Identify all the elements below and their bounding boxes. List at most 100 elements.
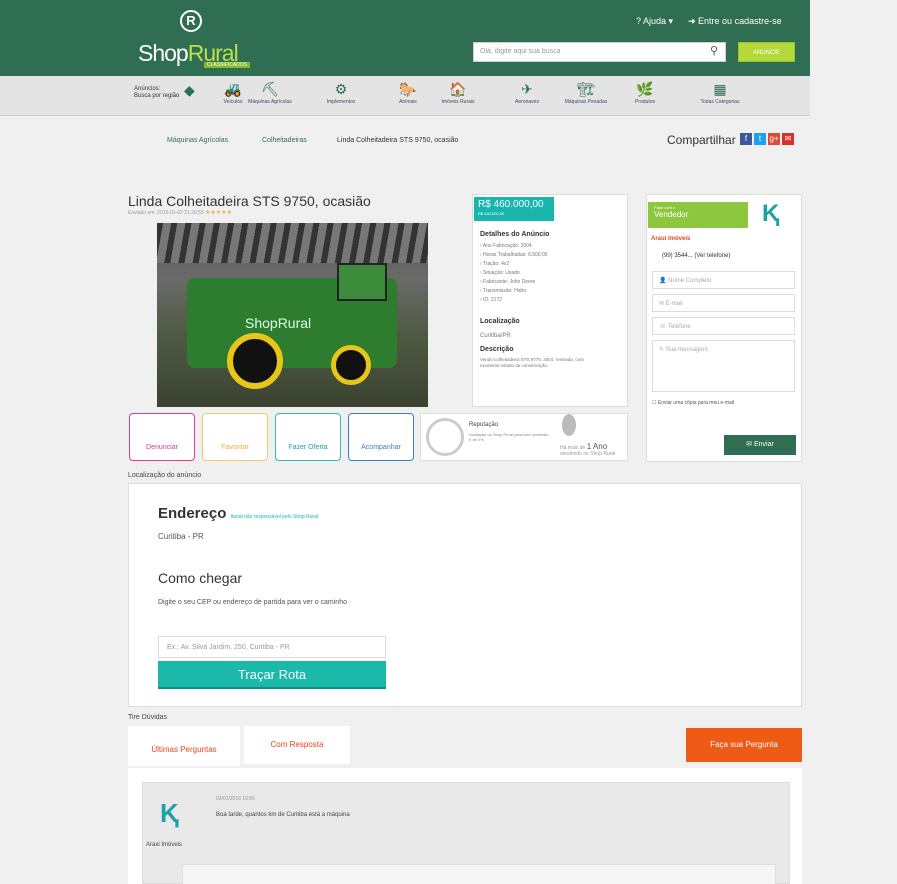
logo-text-a: Shop	[138, 40, 189, 66]
answer-box	[182, 864, 776, 884]
detail-line: › Tração: 4x2	[480, 261, 510, 267]
price-badge: R$ 460.000,00 R$ 460.000,00	[474, 197, 554, 221]
products-icon: 🌿	[636, 81, 654, 97]
twitter-icon[interactable]: t	[754, 133, 766, 145]
ask-question-button[interactable]: Faça sua Pergunta	[686, 728, 802, 762]
medal-icon	[562, 414, 576, 436]
breadcrumb-item[interactable]: Colheitadeiras	[262, 137, 307, 144]
category-all[interactable]: ▦ Todas Categorias	[685, 81, 755, 105]
reputation-years: Há mais de 1 Ano vendendo no Shop Rural	[560, 442, 615, 457]
directions-description: Digite o seu CEP ou endereço de partida …	[158, 599, 347, 606]
category-label: Imóveis Rurais	[441, 99, 475, 105]
questions-section-label: Tire Dúvidas	[128, 714, 168, 721]
farm-machines-icon: ⛏	[261, 81, 279, 97]
listing-photo[interactable]: ShopRural	[157, 223, 428, 407]
seller-logo-icon[interactable]: Ⱪ	[762, 200, 779, 228]
category-farm-machines[interactable]: ⛏ Máquinas Agrícolas	[235, 81, 305, 105]
years-post: vendendo no Shop Rural	[560, 451, 616, 457]
asker-avatar-icon: Ⱪ	[160, 798, 179, 828]
make-offer-button[interactable]: Fazer Oferta	[275, 413, 341, 461]
category-label: Máquinas Agrícolas	[248, 99, 292, 105]
all-icon: ▦	[713, 81, 727, 97]
address-value: Curitiba - PR	[158, 532, 204, 541]
reputation-text: Avaliação do Shop Rural para este vended…	[469, 432, 549, 442]
listing-meta: Enviado em: 2015-01-02 21:29:55 ★★★★★	[128, 209, 232, 216]
report-button[interactable]: Denunciar	[129, 413, 195, 461]
breadcrumb-item[interactable]: Máquinas Agrícolas	[167, 137, 228, 144]
route-input[interactable]: Ex.: Av. Silva Jardim, 250, Curitiba - P…	[158, 636, 386, 658]
region-line2: Busca por região	[134, 93, 180, 99]
detail-line: › Horas Trabalhadas: 6.500,00	[480, 252, 548, 258]
send-button[interactable]: ✉ Enviar	[724, 435, 796, 455]
detail-line: › Situação: Usado	[480, 270, 520, 276]
location-section-label: Localização do anúncio	[128, 472, 202, 479]
phone-field[interactable]: ☏ Telefone	[652, 317, 795, 335]
region-search-label[interactable]: Anúncios: Busca por região	[134, 86, 179, 100]
search-input[interactable]: Olá, digite aqui sua busca	[473, 42, 726, 62]
location-value: Curitiba/PR	[480, 333, 511, 339]
logo-subtitle: CLASSIFICADOS	[204, 62, 251, 68]
breadcrumb-current: Linda Colheitadeira STS 9750, ocasião	[337, 137, 459, 144]
reputation-title: Reputação	[469, 422, 499, 428]
detail-line: › Transmissão: Hidro	[480, 288, 527, 294]
detail-line: › Fabricante: John Deere	[480, 279, 536, 285]
category-label: Todas Categorias	[700, 99, 740, 105]
login-link[interactable]: ➜ Entre ou cadastre-se	[688, 16, 782, 27]
seller-tag-label: Vendedor	[654, 210, 689, 219]
category-label: Máquinas Pesadas	[564, 99, 608, 105]
category-rural-properties[interactable]: 🏠 Imóveis Rurais	[423, 81, 493, 105]
search-icon[interactable]: ⚲	[710, 44, 718, 57]
description-text: Vendo colheitadeira STS 9770, 2004, revi…	[480, 357, 584, 368]
seller-phone[interactable]: (99) 3544... (Ver telefone)	[662, 253, 730, 259]
years-value: 1 Ano	[586, 442, 608, 451]
asker-name: Araxi Imóveis	[146, 842, 183, 848]
logo-icon[interactable]: R	[180, 10, 202, 32]
email-field[interactable]: ✉ E-mail	[652, 294, 795, 312]
directions-heading: Como chegar	[158, 570, 243, 586]
trace-route-button[interactable]: Traçar Rota	[158, 661, 386, 689]
question-date: 03/01/2016 16:56	[216, 796, 255, 802]
mail-icon[interactable]: ✉	[782, 133, 794, 145]
site-header	[0, 0, 810, 76]
question-text: Boa tarde, quantos km de Curitiba está a…	[216, 812, 350, 818]
rating-stars: ★★★★★	[205, 210, 232, 216]
help-menu[interactable]: ? Ajuda ▾	[636, 16, 673, 27]
category-label: Produtos	[634, 99, 655, 105]
share-label: Compartilhar	[667, 133, 736, 147]
category-implements[interactable]: ⚙ Implementos	[306, 81, 376, 105]
address-note: Itarial não responsável pelo Shop Rural	[230, 514, 319, 520]
reputation-ring	[426, 418, 464, 456]
price-sub: R$ 460.000,00	[478, 211, 505, 216]
advertise-button[interactable]: ANUNCIE	[738, 42, 795, 62]
category-products[interactable]: 🌿 Produtos	[610, 81, 680, 105]
rural-properties-icon: 🏠	[449, 81, 467, 97]
category-label: Implementos	[326, 99, 356, 105]
location-heading: Localização	[480, 318, 520, 325]
favorite-button[interactable]: Favoritar	[202, 413, 268, 461]
copy-checkbox[interactable]: ☐ Enviar uma cópia para meu e-mail	[652, 400, 734, 406]
name-field[interactable]: 👤 Nome Completo	[652, 271, 795, 289]
category-label: Aeronaves	[515, 99, 539, 105]
region-line1: Anúncios:	[134, 86, 161, 92]
address-title: Endereço	[158, 505, 227, 522]
seller-tag-small: Falar com o	[654, 205, 676, 210]
follow-button[interactable]: Acompanhar	[348, 413, 414, 461]
facebook-icon[interactable]: f	[740, 133, 752, 145]
google-plus-icon[interactable]: g+	[768, 133, 780, 145]
tab-latest-questions[interactable]: Últimas Perguntas	[128, 726, 240, 766]
listing-date: Enviado em: 2015-01-02 21:29:55	[128, 210, 204, 216]
detail-line: › Ano Fabricação: 2004	[480, 243, 532, 249]
listing-title: Linda Colheitadeira STS 9750, ocasião	[128, 193, 371, 209]
implements-icon: ⚙	[334, 81, 348, 97]
detail-line: › ID: 2172	[480, 297, 502, 303]
photo-watermark: ShopRural	[245, 315, 312, 331]
brazil-map-icon[interactable]: ◆	[184, 82, 195, 99]
description-heading: Descrição	[480, 346, 514, 353]
message-field[interactable]: ✎ Sua mensagem	[652, 340, 795, 392]
tab-answered[interactable]: Com Resposta	[244, 726, 350, 764]
details-heading: Detalhes do Anúncio	[480, 231, 550, 238]
category-label: Animais	[399, 99, 417, 105]
seller-name[interactable]: Arauí Imóveis	[651, 236, 690, 242]
seller-tag: Falar com o Vendedor	[648, 202, 748, 228]
address-heading: Endereço Itarial não responsável pelo Sh…	[158, 505, 318, 522]
